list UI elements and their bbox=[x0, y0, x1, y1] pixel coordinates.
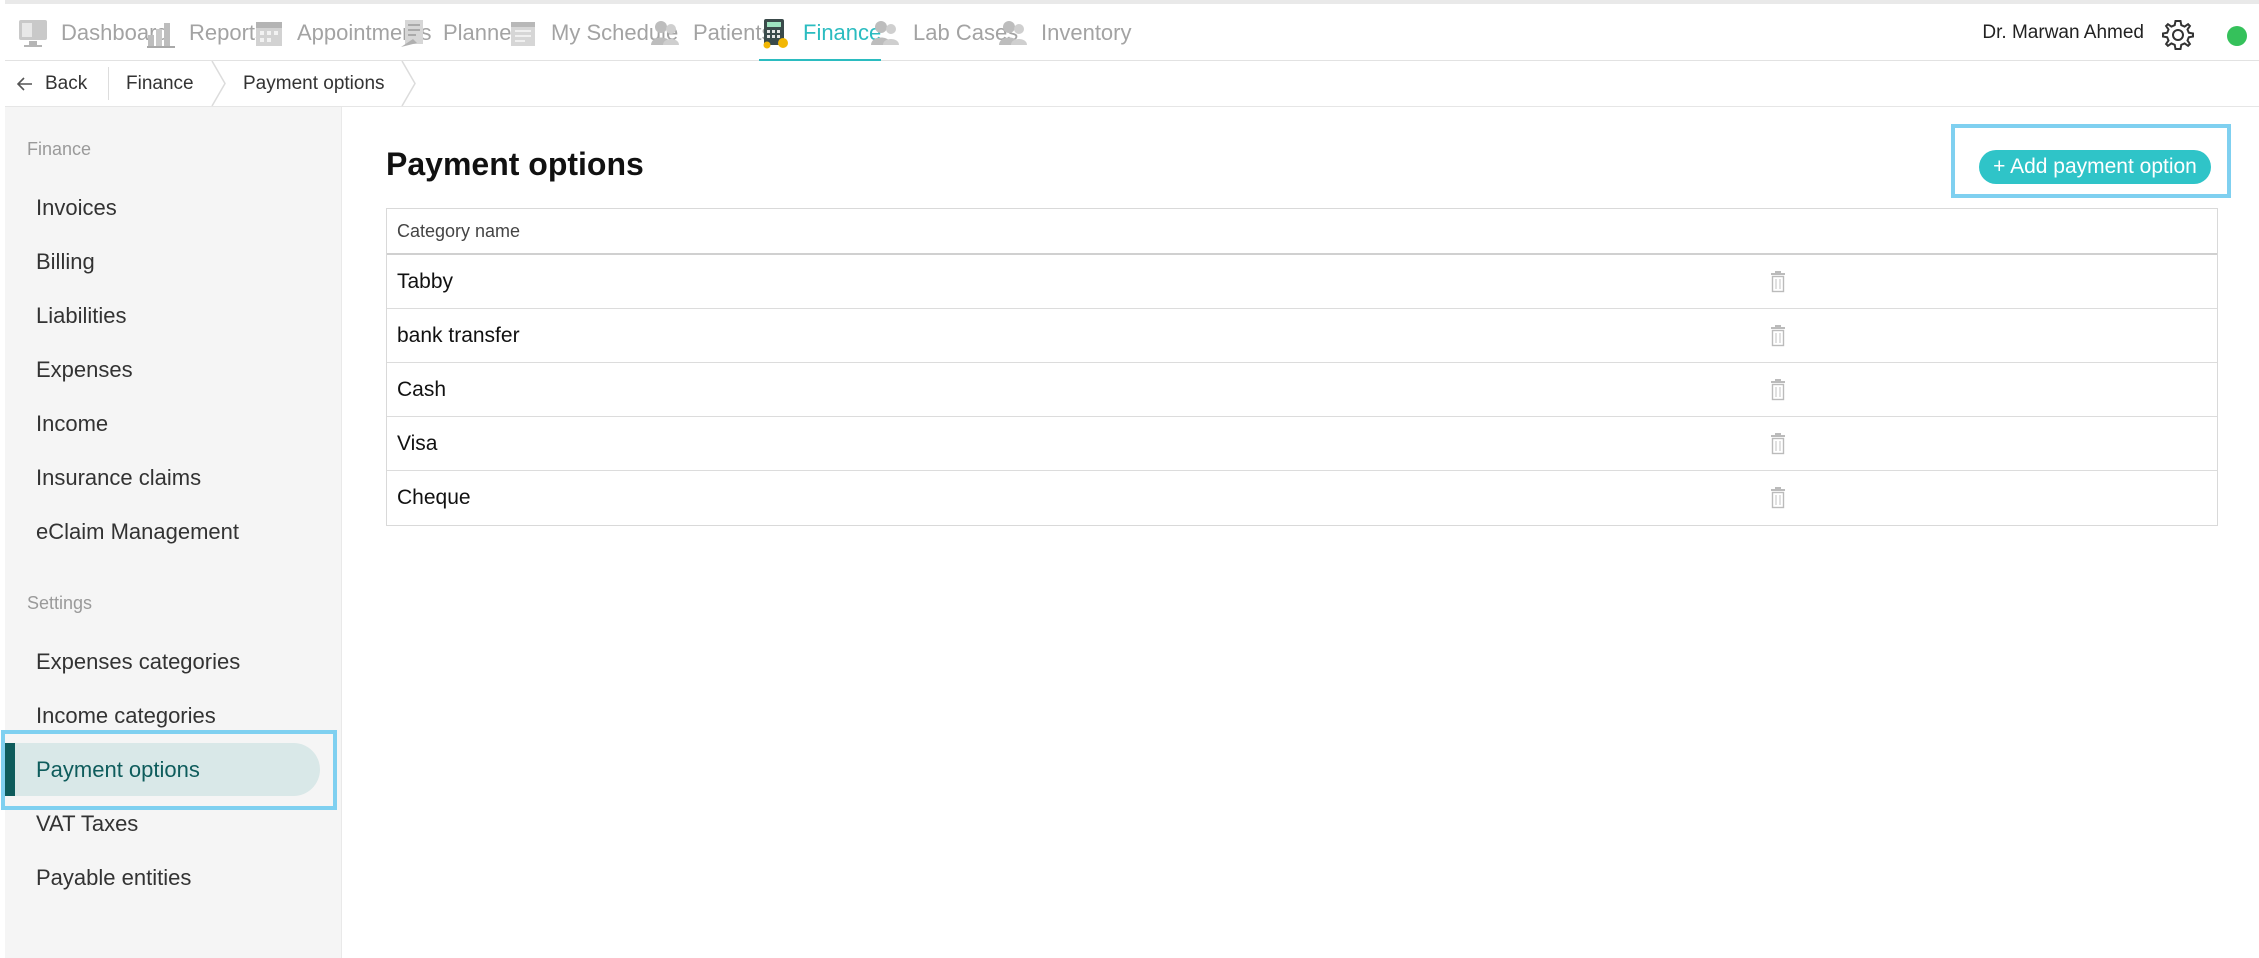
category-name-cell: Tabby bbox=[397, 269, 454, 293]
breadcrumb-divider bbox=[108, 67, 109, 100]
inventory-icon bbox=[999, 20, 1027, 45]
sidebar: Finance Invoices Billing Liabilities Exp… bbox=[1, 107, 342, 958]
trash-icon[interactable] bbox=[1769, 433, 1787, 455]
table-row[interactable]: Cash bbox=[387, 363, 2217, 417]
breadcrumb-payment-options[interactable]: Payment options bbox=[243, 61, 385, 106]
breadcrumb: Back Finance Payment options bbox=[5, 61, 2259, 107]
sidebar-item-billing[interactable]: Billing bbox=[36, 249, 95, 275]
breadcrumb-chevron-icon bbox=[211, 61, 226, 106]
sidebar-heading-finance: Finance bbox=[27, 139, 92, 159]
nav-patients[interactable]: Patients bbox=[649, 4, 773, 61]
trash-icon[interactable] bbox=[1769, 487, 1787, 509]
nav-finance[interactable]: Finance bbox=[759, 4, 882, 62]
category-name-cell: Visa bbox=[397, 431, 438, 455]
sidebar-item-payable-entities[interactable]: Payable entities bbox=[36, 865, 191, 891]
add-button-highlight-frame: + Add payment option bbox=[1951, 124, 2231, 198]
add-payment-option-button[interactable]: + Add payment option bbox=[1979, 150, 2211, 184]
table-row[interactable]: bank transfer bbox=[387, 309, 2217, 363]
table-row[interactable]: Visa bbox=[387, 417, 2217, 471]
trash-icon[interactable] bbox=[1769, 379, 1787, 401]
lab-cases-icon bbox=[871, 20, 899, 45]
nav-label: Inventory bbox=[1041, 19, 1132, 45]
sidebar-heading-settings: Settings bbox=[27, 593, 93, 613]
nav-reports[interactable]: Reports bbox=[145, 4, 266, 61]
schedule-icon bbox=[511, 21, 535, 46]
category-name-cell: bank transfer bbox=[397, 323, 520, 347]
back-button[interactable]: Back bbox=[17, 61, 87, 106]
breadcrumb-chevron-icon bbox=[401, 61, 416, 106]
sidebar-item-liabilities[interactable]: Liabilities bbox=[36, 303, 127, 329]
finance-icon bbox=[763, 18, 788, 48]
user-name[interactable]: Dr. Marwan Ahmed bbox=[1982, 22, 2144, 44]
breadcrumb-label: Finance bbox=[126, 72, 194, 94]
patients-icon bbox=[651, 20, 679, 45]
sidebar-item-income[interactable]: Income bbox=[36, 411, 108, 437]
sidebar-item-expenses-categories[interactable]: Expenses categories bbox=[36, 649, 240, 675]
table-row[interactable]: Cheque bbox=[387, 471, 2217, 525]
column-header-category-name: Category name bbox=[387, 209, 2217, 255]
appointments-icon bbox=[256, 21, 282, 46]
gear-icon[interactable] bbox=[2161, 18, 2195, 52]
reports-icon bbox=[147, 22, 175, 48]
sidebar-item-income-categories[interactable]: Income categories bbox=[36, 703, 216, 729]
online-status-indicator bbox=[2227, 26, 2247, 46]
nav-lab-cases[interactable]: Lab Cases bbox=[869, 4, 1018, 61]
category-name-cell: Cash bbox=[397, 377, 447, 401]
selection-highlight-frame bbox=[1, 730, 337, 810]
dashboard-icon bbox=[19, 19, 47, 47]
sidebar-item-invoices[interactable]: Invoices bbox=[36, 195, 117, 221]
trash-icon[interactable] bbox=[1769, 271, 1787, 293]
page-title: Payment options bbox=[386, 146, 644, 182]
arrow-left-icon bbox=[17, 76, 32, 91]
breadcrumb-label: Payment options bbox=[243, 72, 385, 94]
sidebar-item-expenses[interactable]: Expenses bbox=[36, 357, 133, 383]
planner-icon bbox=[401, 19, 423, 47]
sidebar-item-insurance-claims[interactable]: Insurance claims bbox=[36, 465, 201, 491]
top-navigation: Dashboard Reports Appointments Planner M… bbox=[5, 0, 2259, 62]
sidebar-item-vat-taxes[interactable]: VAT Taxes bbox=[36, 811, 138, 837]
table-row[interactable]: Tabby bbox=[387, 255, 2217, 309]
payment-options-table: Category name Tabby bank transfer Cash V… bbox=[386, 208, 2218, 526]
breadcrumb-finance[interactable]: Finance bbox=[126, 61, 194, 106]
trash-icon[interactable] bbox=[1769, 325, 1787, 347]
nav-inventory[interactable]: Inventory bbox=[997, 4, 1132, 61]
back-label: Back bbox=[45, 72, 88, 94]
sidebar-item-eclaim-management[interactable]: eClaim Management bbox=[36, 519, 239, 545]
category-name-cell: Cheque bbox=[397, 486, 471, 509]
nav-planner[interactable]: Planner bbox=[399, 4, 519, 61]
